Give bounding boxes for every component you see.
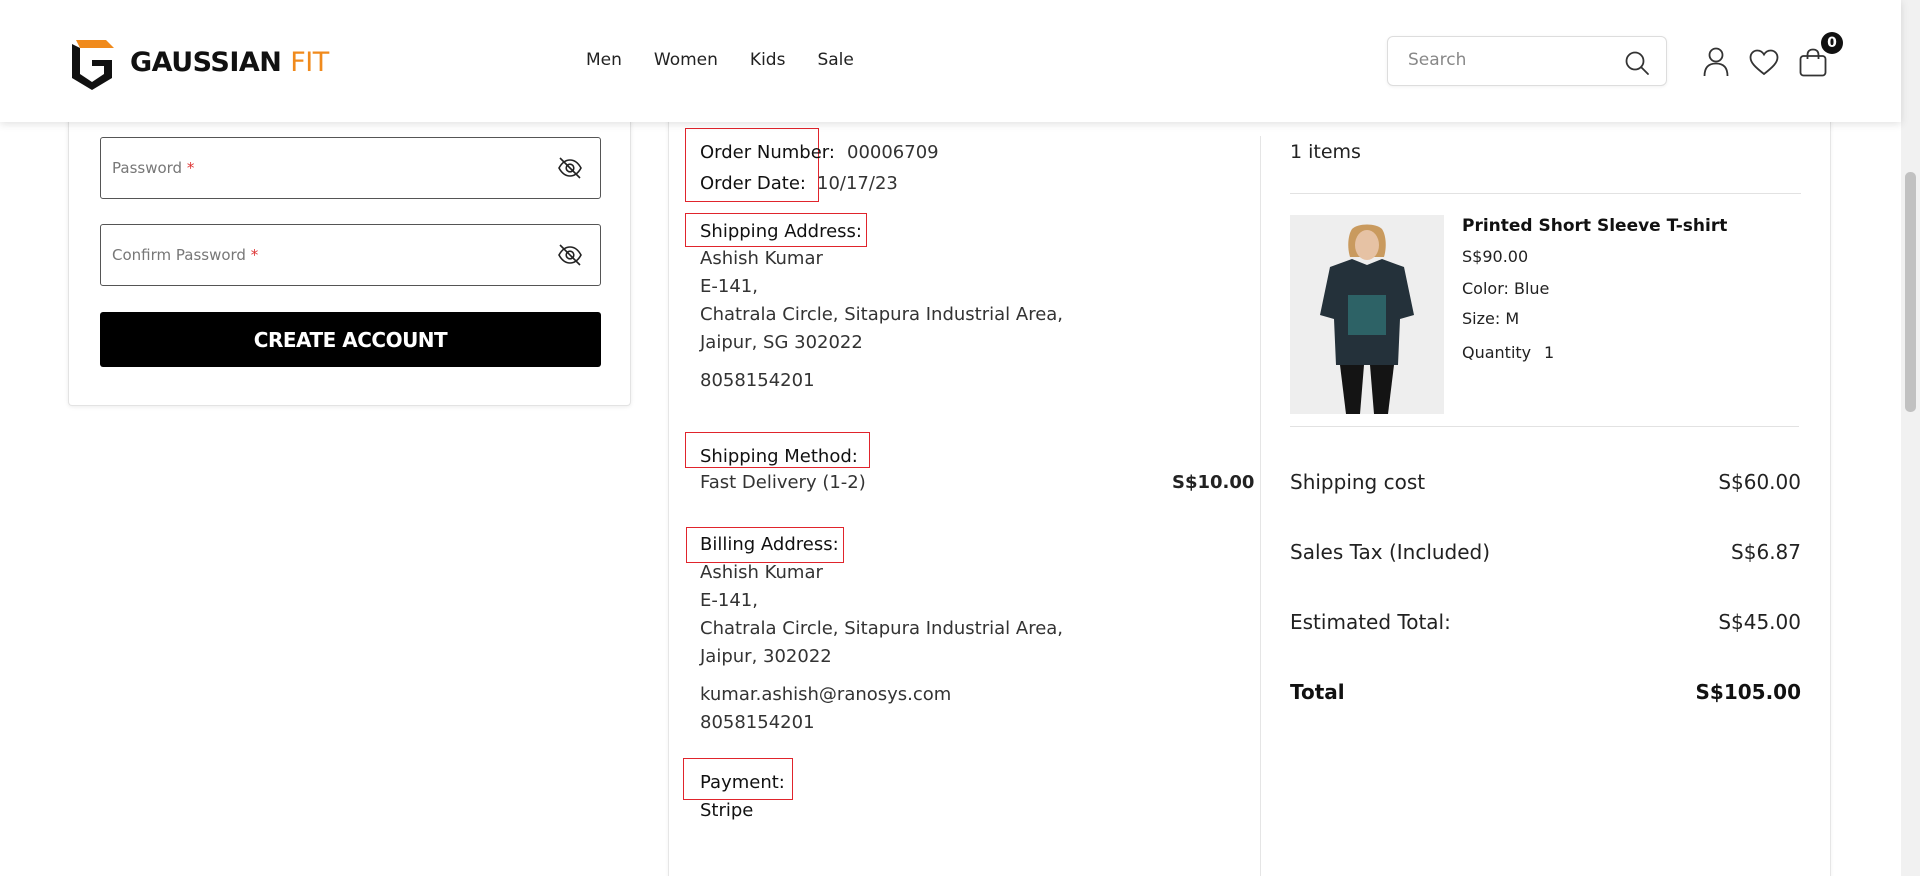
user-icon[interactable] (1703, 47, 1729, 77)
order-date-label: Order Date: (700, 173, 806, 194)
search-icon[interactable] (1624, 50, 1650, 76)
shipping-method-label: Shipping Method: (700, 446, 858, 467)
shipping-cost-label: Shipping cost (1290, 470, 1426, 494)
billing-email: kumar.ashish@ranosys.com (700, 684, 952, 705)
shipping-method-price: S$10.00 (1172, 472, 1255, 493)
sales-tax-value: S$6.87 (1731, 540, 1801, 564)
shipping-line2: Chatrala Circle, Sitapura Industrial Are… (700, 304, 1064, 325)
nav-sale[interactable]: Sale (817, 50, 853, 70)
estimated-total-value: S$45.00 (1718, 610, 1801, 634)
billing-address-label: Billing Address: (700, 534, 839, 555)
payment-label: Payment: (700, 772, 785, 793)
logo-g-icon (72, 40, 114, 90)
password-label: Password * (112, 159, 195, 177)
password-field[interactable]: Password * (100, 137, 601, 199)
total-label: Total (1290, 680, 1345, 704)
main-nav: Men Women Kids Sale (586, 50, 854, 70)
create-account-form: Password * Confirm Password * CREATE ACC… (68, 110, 631, 406)
create-account-button[interactable]: CREATE ACCOUNT (100, 312, 601, 367)
confirm-password-field[interactable]: Confirm Password * (100, 224, 601, 286)
eye-off-icon[interactable] (557, 243, 583, 267)
nav-kids[interactable]: Kids (750, 50, 786, 70)
estimated-total-label: Estimated Total: (1290, 610, 1451, 634)
billing-line3: Jaipur, 302022 (700, 646, 832, 667)
heart-icon[interactable] (1749, 49, 1779, 76)
shipping-cost-value: S$60.00 (1718, 470, 1801, 494)
shipping-line1: E-141, (700, 276, 758, 297)
billing-line1: E-141, (700, 590, 758, 611)
shipping-address-label: Shipping Address: (700, 221, 862, 242)
brand-logo[interactable]: GAUSSIAN FIT (66, 34, 329, 90)
shipping-name: Ashish Kumar (700, 248, 823, 269)
order-number-value: 00006709 (847, 142, 939, 163)
total-value: S$105.00 (1695, 680, 1802, 704)
shipping-line3: Jaipur, SG 302022 (700, 332, 863, 353)
bag-icon[interactable] (1799, 48, 1827, 77)
nav-women[interactable]: Women (654, 50, 718, 70)
search-input[interactable] (1408, 50, 1608, 70)
site-header: GAUSSIAN FIT Men Women Kids Sale 0 (0, 0, 1901, 122)
divider (1290, 193, 1801, 194)
shipping-method-value: Fast Delivery (1-2) (700, 472, 866, 493)
product-image[interactable] (1290, 215, 1444, 414)
order-number-label: Order Number: (700, 142, 835, 163)
billing-name: Ashish Kumar (700, 562, 823, 583)
product-name[interactable]: Printed Short Sleeve T-shirt (1462, 216, 1727, 236)
sales-tax-label: Sales Tax (Included) (1290, 540, 1491, 564)
quantity-value: 1 (1544, 343, 1555, 362)
billing-phone: 8058154201 (700, 712, 815, 733)
items-count: 1 items (1290, 141, 1361, 163)
search-box (1387, 36, 1667, 86)
payment-value: Stripe (700, 800, 754, 821)
column-divider (1260, 136, 1261, 876)
quantity-label: Quantity (1462, 343, 1532, 362)
product-price: S$90.00 (1462, 247, 1529, 266)
order-date-value: 10/17/23 (817, 173, 898, 194)
divider (1290, 426, 1799, 427)
tshirt-model-image (1290, 215, 1444, 414)
confirm-password-label: Confirm Password * (112, 246, 259, 264)
eye-off-icon[interactable] (557, 156, 583, 180)
product-color: Color: Blue (1462, 279, 1550, 298)
nav-men[interactable]: Men (586, 50, 622, 70)
cart-count-badge: 0 (1821, 32, 1843, 54)
page-scrollbar[interactable] (1901, 0, 1920, 876)
billing-line2: Chatrala Circle, Sitapura Industrial Are… (700, 618, 1064, 639)
logo-wordmark: GAUSSIAN FIT (130, 46, 329, 78)
scrollbar-thumb[interactable] (1905, 172, 1916, 412)
order-details-card: Order Number: 00006709 Order Date: 10/17… (668, 110, 1831, 876)
product-size: Size: M (1462, 309, 1520, 328)
shipping-phone: 8058154201 (700, 370, 815, 391)
